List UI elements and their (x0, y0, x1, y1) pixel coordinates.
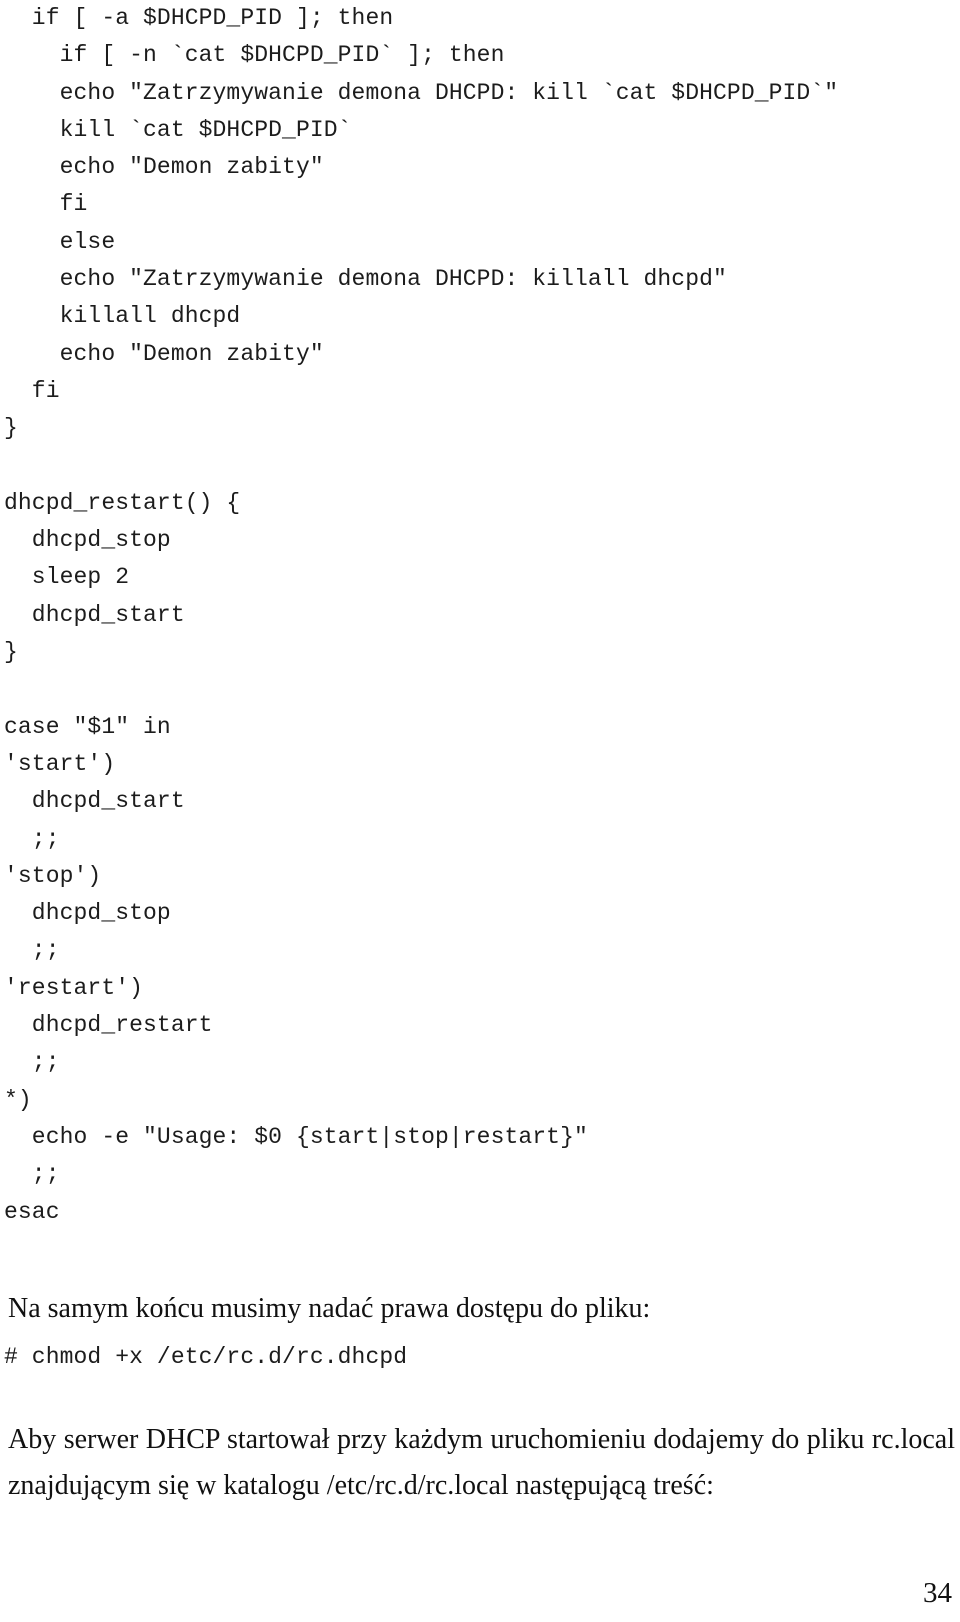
code-line: dhcpd_start (4, 601, 185, 628)
paragraph-autostart-line-1: Aby serwer DHCP startował przy każdym ur… (8, 1424, 955, 1455)
code-line: ;; (4, 825, 60, 852)
code-line: else (4, 228, 116, 255)
code-line: ;; (4, 1049, 60, 1076)
code-line: fi (4, 377, 60, 404)
code-line: esac (4, 1198, 60, 1225)
code-line: } (4, 415, 18, 442)
code-line: dhcpd_stop (4, 527, 171, 554)
code-line: killall dhcpd (4, 303, 241, 330)
code-line: case "$1" in (4, 713, 171, 740)
code-line: 'start') (4, 750, 116, 777)
code-line: 'stop') (4, 862, 102, 889)
code-line: dhcpd_stop (4, 900, 171, 927)
page-number: 34 (923, 1577, 952, 1609)
code-line: ;; (4, 1161, 60, 1188)
paragraph-permissions: Na samym końcu musimy nadać prawa dostęp… (8, 1293, 651, 1324)
code-line: *) (4, 1086, 32, 1113)
code-line: dhcpd_restart() { (4, 489, 241, 516)
code-line: if [ -a $DHCPD_PID ]; then (4, 5, 394, 31)
code-line: echo -e "Usage: $0 {start|stop|restart}" (4, 1123, 588, 1150)
code-line: echo "Zatrzymywanie demona DHCPD: kill `… (4, 79, 839, 106)
code-line: 'restart') (4, 974, 144, 1001)
paragraph-autostart: Aby serwer DHCP startował przy każdym ur… (8, 1417, 955, 1509)
document-page: if [ -a $DHCPD_PID ]; then if [ -n `cat … (0, 0, 960, 1622)
code-line: echo "Demon zabity" (4, 340, 324, 367)
code-line: fi (4, 191, 88, 218)
code-line: kill `cat $DHCPD_PID` (4, 116, 352, 143)
shell-command-chmod: # chmod +x /etc/rc.d/rc.dhcpd (4, 1344, 408, 1370)
code-line: ;; (4, 937, 60, 964)
code-line: echo "Zatrzymywanie demona DHCPD: killal… (4, 266, 727, 293)
code-line: dhcpd_start (4, 788, 185, 815)
code-line: if [ -n `cat $DHCPD_PID` ]; then (4, 42, 505, 69)
shell-script-code-listing: if [ -a $DHCPD_PID ]; then if [ -n `cat … (4, 0, 956, 1231)
code-line: echo "Demon zabity" (4, 154, 324, 181)
code-line: dhcpd_restart (4, 1012, 213, 1039)
code-line: sleep 2 (4, 564, 130, 591)
code-line: } (4, 639, 18, 666)
paragraph-autostart-line-2: znajdującym się w katalogu /etc/rc.d/rc.… (8, 1470, 714, 1501)
